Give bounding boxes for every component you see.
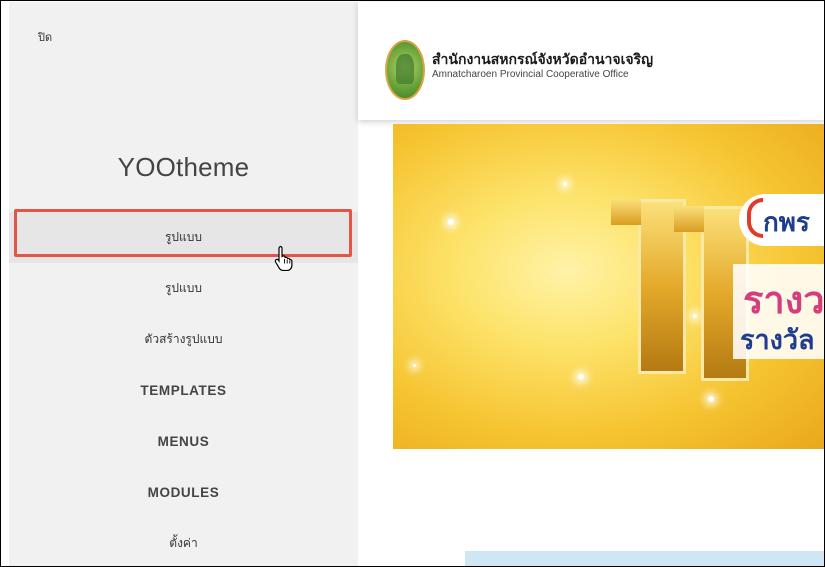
nav-item-layout-active[interactable]: รูปแบบ [9,212,358,263]
site-preview: สำนักงานสหกรณ์จังหวัดอำนาจเจริญ Amnatcha… [358,2,824,566]
org-name-english: Amnatcharoen Provincial Cooperative Offi… [432,69,629,80]
site-header: สำนักงานสหกรณ์จังหวัดอำนาจเจริญ Amnatcha… [358,2,824,120]
nav-item-modules[interactable]: MODULES [9,467,358,518]
brand-title: YOOtheme [117,152,250,182]
nav-item-style[interactable]: รูปแบบ [9,263,358,314]
nav-item-menus[interactable]: MENUS [9,416,358,467]
cooperative-seal-logo[interactable] [385,40,425,100]
org-name-thai: สำนักงานสหกรณ์จังหวัดอำนาจเจริญ [432,52,654,68]
nav-item-settings[interactable]: ตั้งค่า [9,518,358,566]
nav-item-builder[interactable]: ตัวสร้างรูปแบบ [9,314,358,365]
hero-banner: กพร รางว รางวัล [393,124,824,449]
nav-item-templates[interactable]: TEMPLATES [9,365,358,416]
award-line-2: รางวัล [740,325,815,356]
customizer-sidebar: ปิด YOOtheme รูปแบบ รูปแบบ ตัวสร้างรูปแบ… [9,2,358,566]
content-block [465,551,824,566]
screenshot-frame: ปิด YOOtheme รูปแบบ รูปแบบ ตัวสร้างรูปแบ… [0,0,825,567]
close-link[interactable]: ปิด [38,28,52,46]
hand-pointer-icon [274,245,293,271]
badge-text: กพร [763,208,810,238]
sidebar-nav: รูปแบบ รูปแบบ ตัวสร้างรูปแบบ TEMPLATES M… [9,212,358,566]
